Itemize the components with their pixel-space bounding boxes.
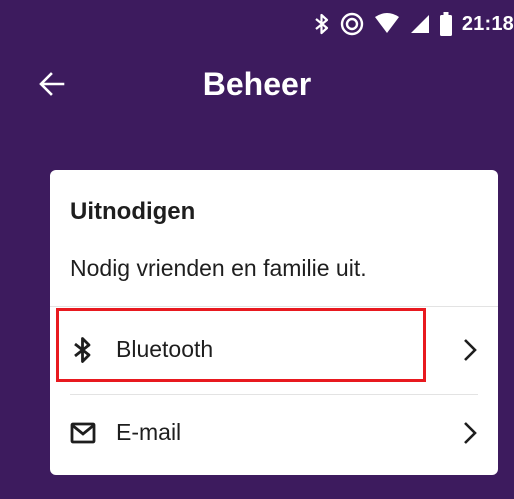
- status-bar: 21:18: [0, 0, 514, 46]
- card-subtitle: Nodig vrienden en familie uit.: [70, 255, 367, 281]
- wifi-icon: [374, 13, 400, 35]
- chevron-right-icon: [460, 420, 480, 446]
- signal-icon: [410, 13, 430, 35]
- invite-card: Uitnodigen Nodig vrienden en familie uit…: [50, 170, 498, 475]
- do-not-disturb-icon: [340, 12, 364, 36]
- chevron-right-icon: [460, 337, 480, 363]
- status-time: 21:18: [461, 12, 514, 35]
- bluetooth-icon: [314, 13, 330, 35]
- battery-icon: [439, 12, 452, 36]
- bluetooth-icon: [68, 335, 98, 365]
- page-title: Beheer: [202, 66, 312, 102]
- status-icons: 21:18: [314, 6, 514, 42]
- bluetooth-label: Bluetooth: [116, 336, 214, 362]
- mail-icon: [68, 418, 98, 448]
- card-title: Uitnodigen: [70, 198, 196, 225]
- app-screen: 21:18 Beheer Uitnodigen Nodig vrienden e…: [0, 0, 514, 499]
- email-option[interactable]: E-mail: [50, 390, 498, 475]
- toolbar: Beheer: [0, 46, 514, 126]
- bluetooth-option[interactable]: Bluetooth: [50, 307, 498, 393]
- email-label: E-mail: [116, 419, 182, 445]
